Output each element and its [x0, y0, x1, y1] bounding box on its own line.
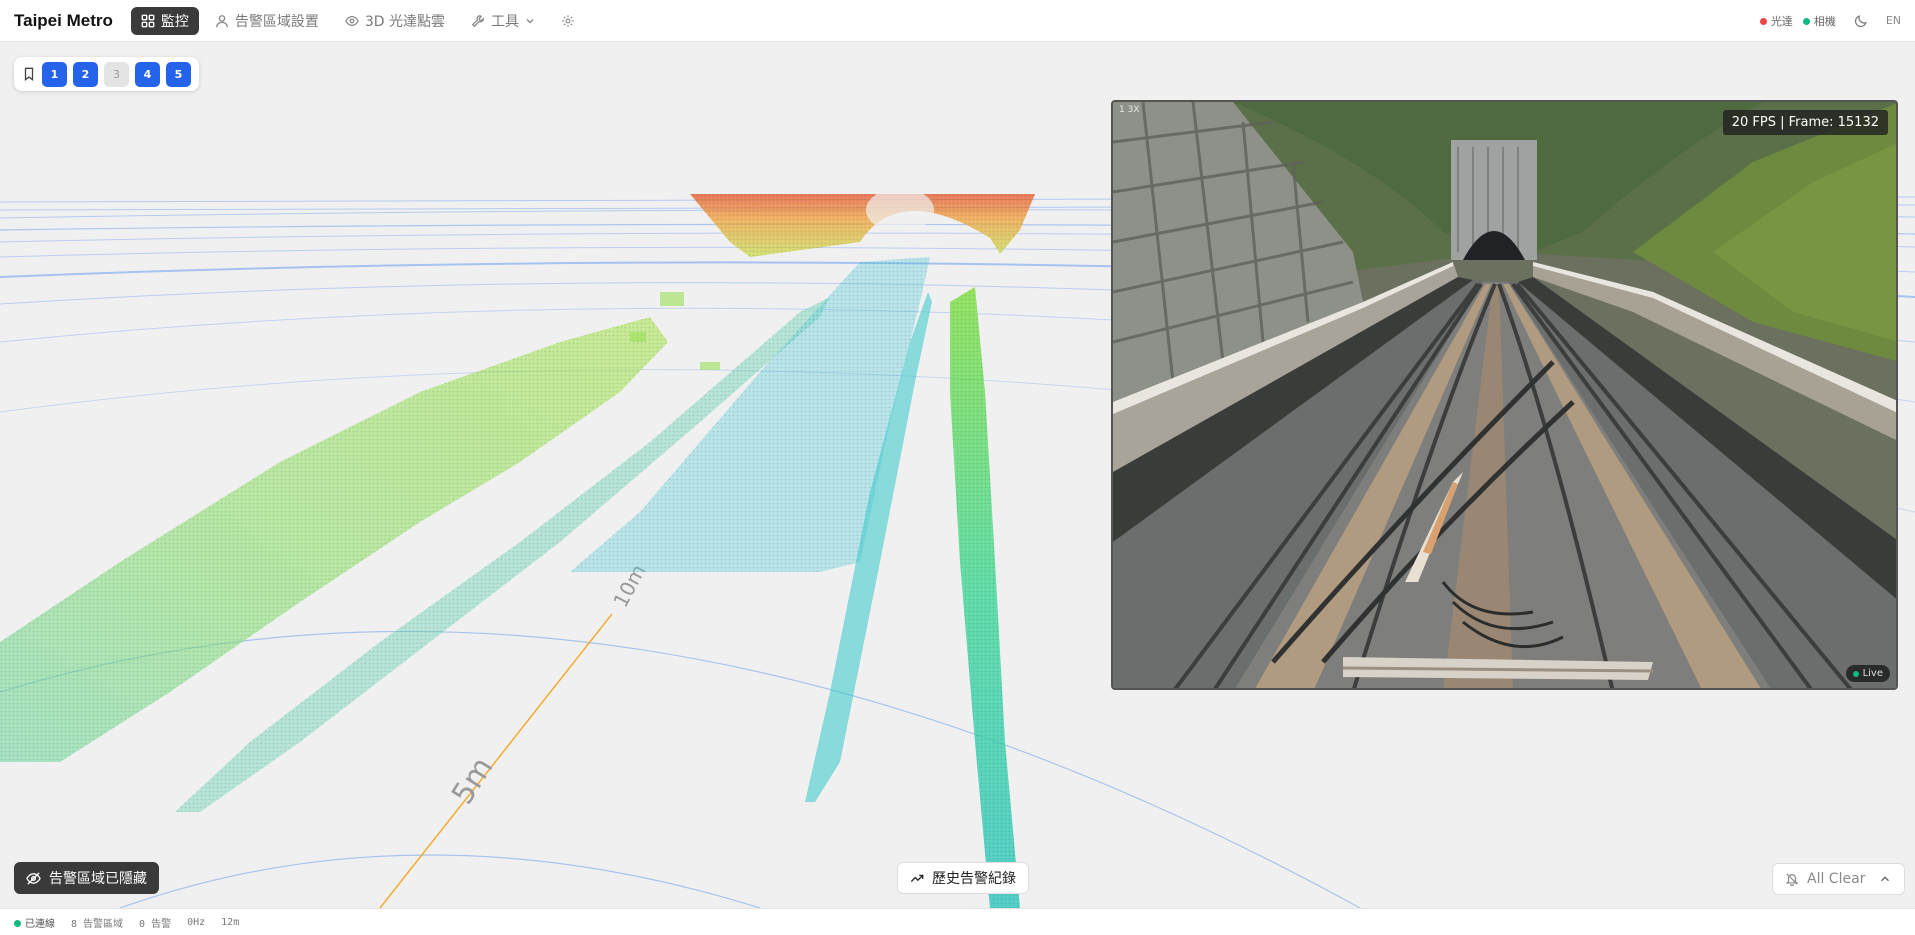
alert-zones-visibility-label: 告警區域已隱藏 — [49, 871, 147, 887]
eye-off-icon — [26, 871, 41, 885]
chevron-down-icon — [526, 18, 534, 23]
lidar-status-label: 光達 — [1770, 14, 1793, 28]
chevron-up-icon — [1881, 876, 1889, 882]
main-nav: 監控 告警區域設置 3D 光達點雲 工具 — [130, 6, 585, 35]
camera-timestamp: 1 3X — [1119, 105, 1140, 115]
tab-alert-zone-settings[interactable]: 告警區域設置 — [205, 7, 329, 35]
app-title: Taipei Metro — [14, 10, 113, 30]
connection-label: 已連線 — [25, 918, 55, 930]
tools-menu[interactable]: 工具 — [461, 7, 545, 35]
alert-zones-visibility-button[interactable]: 告警區域已隱藏 — [14, 862, 159, 894]
live-badge: Live — [1845, 665, 1890, 682]
lidar-status-dot — [1759, 18, 1767, 25]
preset-button-5[interactable]: 5 — [166, 61, 191, 87]
moon-icon — [1854, 14, 1867, 27]
camera-status: 相機 — [1802, 13, 1836, 29]
wrench-icon — [471, 14, 484, 27]
theme-toggle-button[interactable] — [1854, 14, 1868, 28]
camera-status-label: 相機 — [1813, 14, 1836, 28]
user-icon — [215, 14, 228, 27]
trending-up-icon — [910, 874, 924, 882]
distance-label-5m: 5m — [445, 751, 500, 811]
preset-button-1[interactable]: 1 — [42, 61, 67, 87]
tab-monitor[interactable]: 監控 — [130, 6, 199, 35]
alert-history-label: 歷史告警紀錄 — [932, 871, 1016, 887]
bell-off-icon — [1785, 873, 1799, 886]
status-bar: 已連線 8 告警區域 0 告警 0Hz 12m — [0, 908, 1915, 935]
preset-button-4[interactable]: 4 — [135, 61, 160, 87]
device-status: 光達 相機 — [1759, 13, 1836, 29]
dashboard-icon — [141, 14, 155, 27]
alert-status-label: All Clear — [1807, 871, 1866, 887]
alert-history-button[interactable]: 歷史告警紀錄 — [897, 862, 1029, 894]
bookmark-icon[interactable] — [22, 67, 36, 81]
camera-feed-panel[interactable]: 1 3X 20 FPS | Frame: 15132 Live — [1111, 100, 1898, 690]
alert-count: 0 告警 — [139, 918, 172, 930]
lidar-status: 光達 — [1759, 13, 1793, 29]
eye-icon — [345, 15, 359, 26]
live-dot — [1852, 670, 1859, 677]
header-status-area: 光達 相機 EN — [1759, 13, 1901, 29]
language-toggle[interactable]: EN — [1886, 14, 1901, 27]
tab-lidar-3d-label: 3D 光達點雲 — [364, 13, 446, 30]
zone-count: 8 告警區域 — [71, 918, 124, 930]
tab-alert-zone-settings-label: 告警區域設置 — [234, 13, 319, 30]
tools-menu-label: 工具 — [491, 13, 520, 30]
alert-status-toggle[interactable]: All Clear — [1772, 863, 1905, 895]
view-preset-bar: 1 2 3 4 5 — [14, 57, 199, 91]
preset-button-3[interactable]: 3 — [104, 61, 129, 87]
range-value: 12m — [221, 916, 240, 928]
forward-axis-line — [379, 613, 613, 908]
camera-feed-image — [1113, 102, 1896, 688]
settings-button[interactable] — [551, 7, 585, 35]
top-bar: Taipei Metro 監控 告警區域設置 3D 光達點雲 工具 光達 相機 — [0, 0, 1915, 42]
tab-lidar-3d[interactable]: 3D 光達點雲 — [335, 7, 455, 35]
gear-icon — [562, 14, 574, 27]
camera-status-dot — [1802, 18, 1810, 25]
tab-monitor-label: 監控 — [160, 13, 189, 30]
fps-frame-counter: 20 FPS | Frame: 15132 — [1722, 110, 1888, 135]
tunnel-portal-points — [690, 188, 1035, 257]
preset-button-2[interactable]: 2 — [73, 61, 98, 87]
connection-dot — [14, 920, 21, 927]
update-rate: 0Hz — [187, 916, 206, 928]
live-label: Live — [1862, 668, 1883, 679]
connection-status: 已連線 — [14, 915, 55, 930]
